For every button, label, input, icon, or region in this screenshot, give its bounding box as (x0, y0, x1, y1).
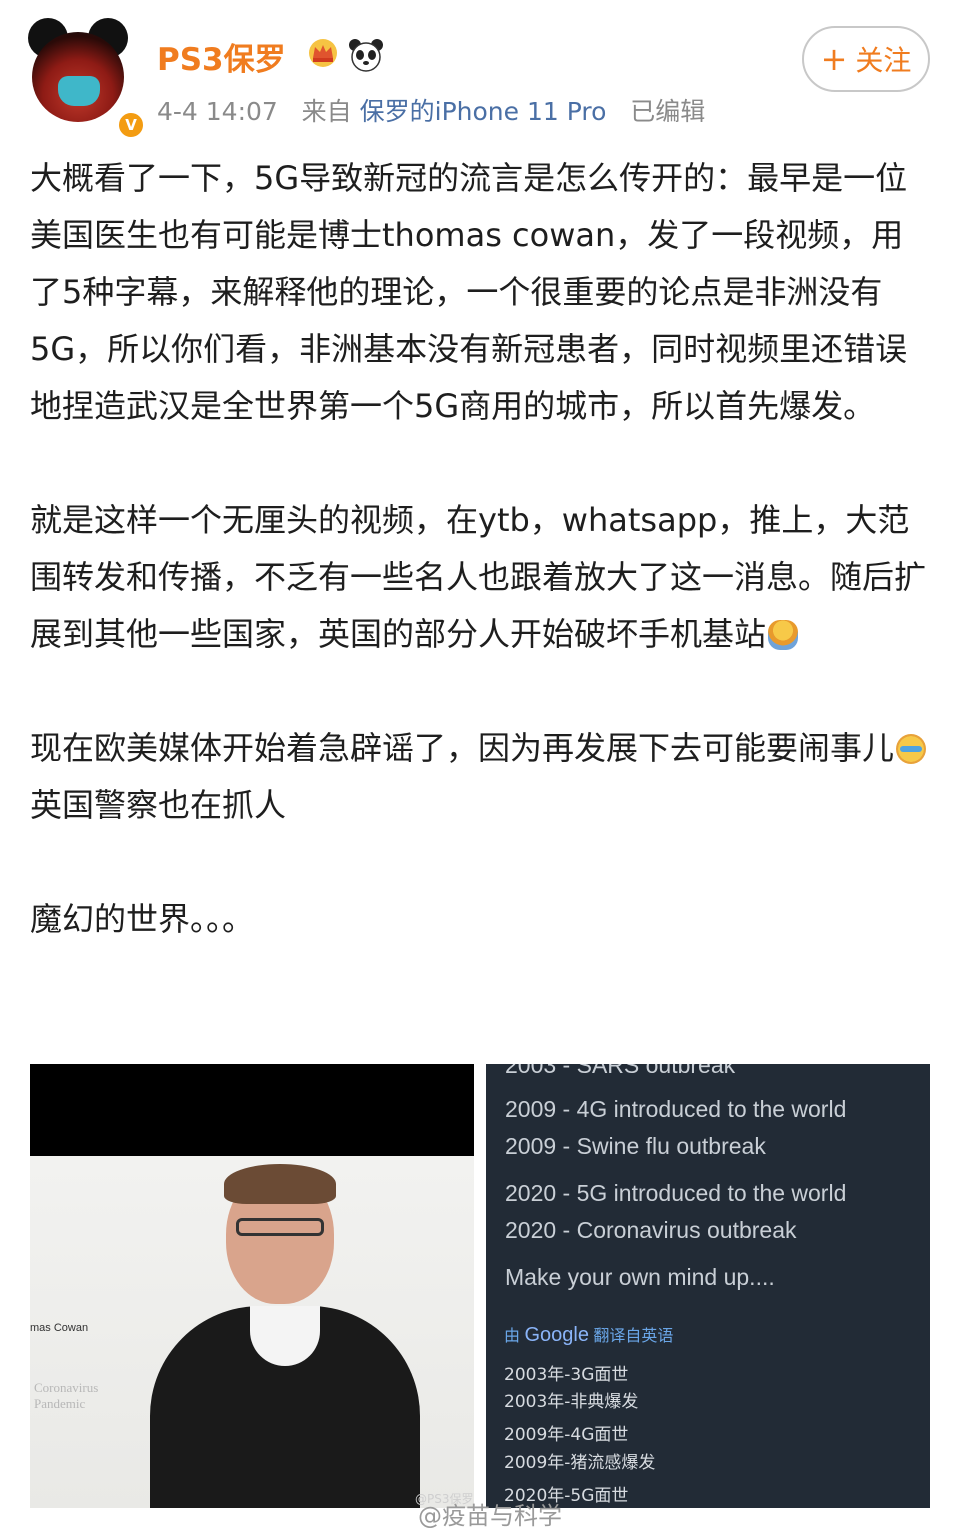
panda-icon (349, 39, 383, 72)
post-image-video-still[interactable]: mas Cowan Coronavirus Pandemic @PS3保罗 (30, 1064, 474, 1508)
post-image-timeline[interactable]: 2003 - SARS outbreak 2009 - 4G introduce… (486, 1064, 930, 1508)
post-body: 大概看了一下，5G导致新冠的流言是怎么传开的：最早是一位美国医生也有可能是博士t… (30, 150, 935, 948)
video-faded-title: Coronavirus Pandemic (34, 1380, 99, 1411)
timeline-line: 2020 - Coronavirus outbreak (505, 1217, 797, 1243)
source-prefix: 来自 (301, 97, 352, 126)
translate-prefix: 由 (504, 1328, 521, 1345)
glasses-icon (236, 1218, 324, 1236)
google-logo: Google (524, 1324, 589, 1346)
translated-line: 2009年-4G面世 (504, 1425, 629, 1445)
username[interactable]: PS3保罗 (157, 34, 286, 79)
timeline-line: Make your own mind up.... (505, 1264, 775, 1290)
translate-suffix: 翻译自英语 (593, 1328, 674, 1345)
timeline-line: 2003 - SARS outbreak (505, 1064, 736, 1078)
post-paragraph-4: 魔幻的世界。。。 (30, 900, 255, 938)
follow-label: 关注 (855, 44, 912, 77)
translated-line: 2009年-猪流感爆发 (504, 1453, 656, 1473)
avatar-image (32, 32, 124, 122)
translated-line: 2003年-3G面世 (504, 1365, 629, 1385)
verified-badge: V (116, 110, 146, 140)
plus-icon: + (820, 40, 848, 78)
pray-emoji-icon (768, 620, 799, 650)
timeline-line: 2009 - Swine flu outbreak (505, 1133, 766, 1159)
person-hair (224, 1164, 336, 1204)
timeline-line: 2020 - 5G introduced to the world (505, 1180, 847, 1206)
page-watermark: @疫苗与科学 (418, 1502, 562, 1530)
post-time: 4-4 14:07 (157, 97, 278, 126)
post-paragraph-1: 大概看了一下，5G导致新冠的流言是怎么传开的：最早是一位美国医生也有可能是博士t… (30, 159, 908, 425)
post-header: V PS3保罗 4-4 14:07 来自 保罗的iPhone 11 Pro 已编… (0, 0, 960, 140)
post-paragraph-3: 现在欧美媒体开始着急辟谣了，因为再发展下去可能要闹事儿英国警察也在抓人 (30, 720, 935, 834)
post-paragraph-3-tail: 英国警察也在抓人 (30, 786, 287, 824)
post-meta: 4-4 14:07 来自 保罗的iPhone 11 Pro 已编辑 (157, 92, 705, 128)
post-paragraph-3-text: 现在欧美媒体开始着急辟谣了，因为再发展下去可能要闹事儿 (30, 729, 895, 767)
translated-line: 2003年-非典爆发 (504, 1392, 639, 1412)
face-mask (58, 76, 100, 106)
avatar[interactable]: V (26, 18, 146, 140)
laugh-cry-emoji-icon (896, 734, 927, 764)
timeline-line: 2009 - 4G introduced to the world (505, 1096, 847, 1122)
edited-label: 已编辑 (630, 97, 706, 126)
crown-icon (309, 39, 337, 67)
follow-button[interactable]: + 关注 (802, 26, 930, 92)
post-paragraph-2: 就是这样一个无厘头的视频，在ytb，whatsapp，推上，大范围转发和传播，不… (30, 492, 935, 663)
source-device[interactable]: 保罗的iPhone 11 Pro (360, 97, 607, 126)
video-caption: mas Cowan (30, 1322, 89, 1334)
video-scene: mas Cowan Coronavirus Pandemic (30, 1156, 474, 1508)
translate-note: 由 Google 翻译自英语 (504, 1322, 673, 1347)
